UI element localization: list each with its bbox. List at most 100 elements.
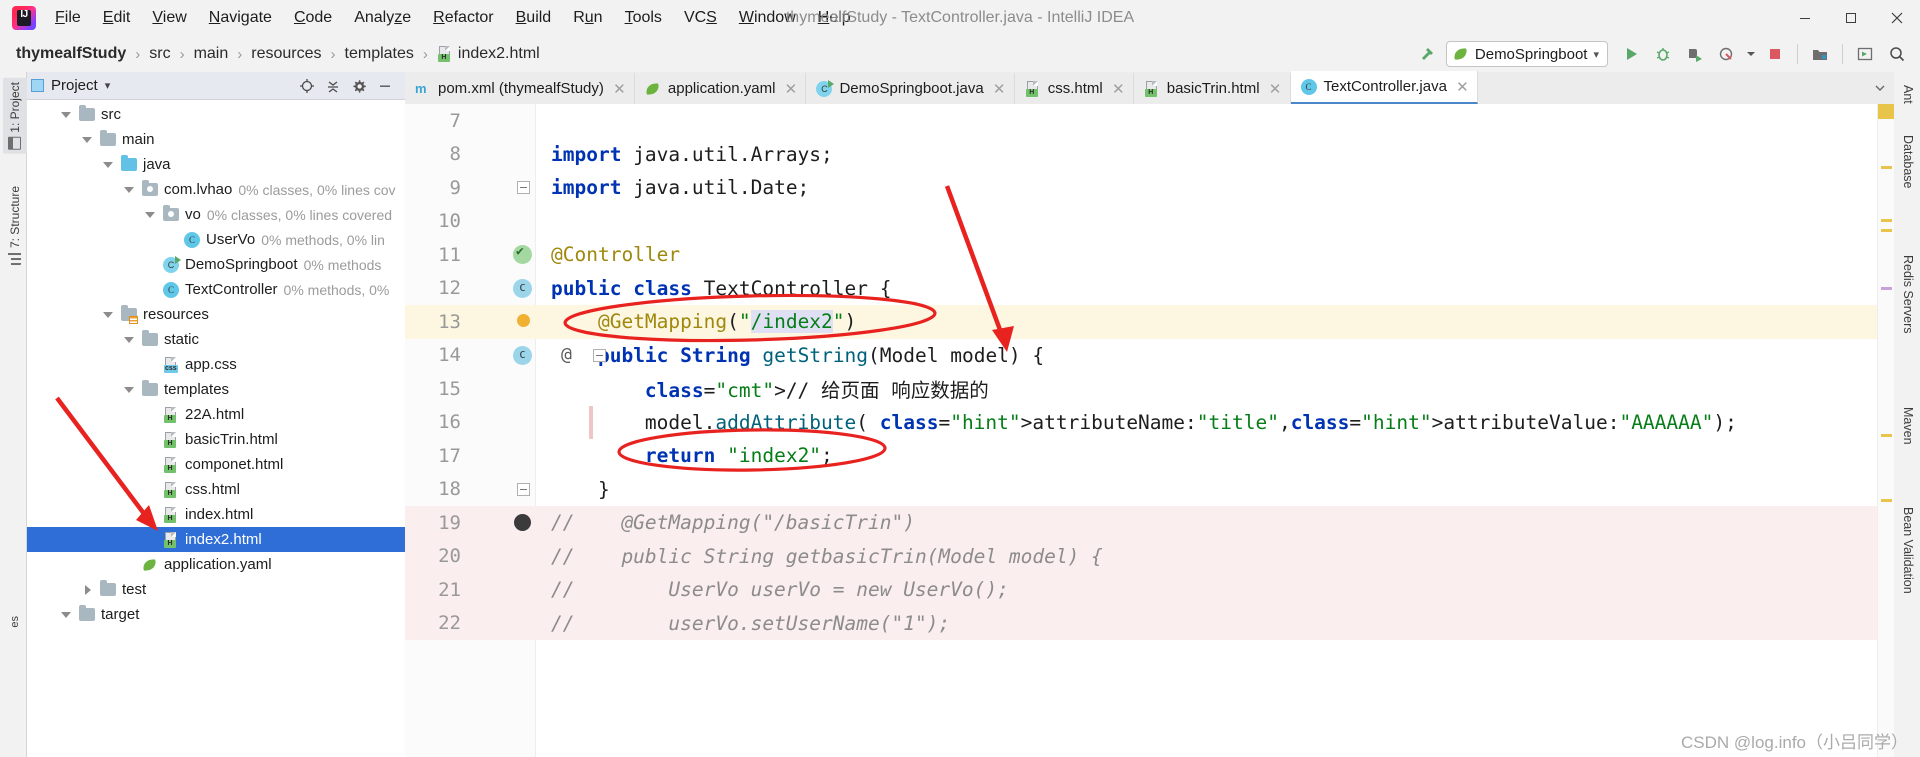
code-line[interactable]: 12 Cpublic class TextController { (405, 272, 1894, 306)
editor-marker-bar[interactable] (1877, 104, 1894, 757)
warning-marker[interactable] (1881, 219, 1892, 222)
tree-node-src[interactable]: src (27, 102, 405, 127)
editor-tab-pom-xml--thymealfstudy-[interactable]: m pom.xml (thymealfStudy) ✕ (405, 73, 635, 104)
breadcrumb-item-main[interactable]: main (192, 43, 231, 65)
tree-node-basictrin-html[interactable]: HbasicTrin.html (27, 427, 405, 452)
code-line[interactable]: 7 (405, 104, 1894, 138)
expand-arrow-icon[interactable] (60, 108, 73, 121)
maximize-button[interactable] (1828, 0, 1874, 36)
code-fold-toggle[interactable] (517, 181, 530, 194)
inspection-status-indicator[interactable] (1878, 104, 1894, 119)
sidebar-item-bottom[interactable]: es (3, 612, 27, 632)
expand-arrow-icon[interactable] (81, 133, 94, 146)
editor-tab-basictrin-html[interactable]: HbasicTrin.html ✕ (1133, 73, 1291, 104)
code-line[interactable]: 16 model.addAttribute( class="hint">attr… (405, 405, 1894, 440)
tree-node-textcontroller[interactable]: C TextController 0% methods, 0% (27, 277, 405, 302)
tree-node-css-html[interactable]: Hcss.html (27, 477, 405, 502)
tree-node-resources[interactable]: resources (27, 302, 405, 327)
tree-node-index2-html[interactable]: Hindex2.html (27, 527, 405, 552)
close-icon[interactable]: ✕ (1269, 80, 1282, 98)
editor-tab-textcontroller-java[interactable]: C TextController.java ✕ (1290, 71, 1478, 104)
warning-marker[interactable] (1881, 499, 1892, 502)
search-everywhere-button[interactable] (1882, 40, 1912, 68)
code-editor[interactable]: 7 8 import java.util.Arrays; 9 import java.u… (405, 104, 1894, 757)
expand-arrow-icon[interactable] (60, 608, 73, 621)
editor-tab-application-yaml[interactable]: application.yaml ✕ (634, 73, 807, 104)
minimize-button[interactable] (1782, 0, 1828, 36)
code-lines[interactable]: 7 8 import java.util.Arrays; 9 import java.u… (405, 104, 1894, 757)
change-marker[interactable] (1881, 287, 1892, 290)
update-folder-button[interactable] (1805, 40, 1835, 68)
code-line[interactable]: 9 import java.util.Date; (405, 171, 1894, 205)
sidebar-item-maven[interactable]: Maven (1893, 402, 1917, 450)
debug-button[interactable] (1648, 40, 1678, 68)
tree-node-componet-html[interactable]: Hcomponet.html (27, 452, 405, 477)
code-line[interactable]: 22 // userVo.setUserName("1"); (405, 606, 1894, 640)
close-icon[interactable]: ✕ (1112, 80, 1125, 98)
tree-node-uservo[interactable]: C UserVo 0% methods, 0% lin (27, 227, 405, 252)
expand-arrow-icon[interactable] (123, 333, 136, 346)
close-button[interactable] (1874, 0, 1920, 36)
code-line[interactable]: 19 // @GetMapping("/basicTrin") (405, 506, 1894, 540)
breadcrumb-item-thymealfstudy[interactable]: thymealfStudy (14, 43, 128, 65)
sidebar-item-database[interactable]: Database (1893, 130, 1917, 194)
collapse-arrow-icon[interactable] (81, 583, 94, 596)
sidebar-item-structure[interactable]: 7: Structure (3, 182, 27, 269)
code-line[interactable]: 18 } (405, 473, 1894, 507)
code-fold-toggle[interactable] (593, 348, 606, 362)
gear-icon[interactable] (347, 75, 371, 97)
annotation-gutter-icon[interactable]: @ (561, 344, 572, 365)
collapse-all-button[interactable] (321, 75, 345, 97)
expand-arrow-icon[interactable] (144, 208, 157, 221)
expand-arrow-icon[interactable] (123, 383, 136, 396)
code-line[interactable]: 13 @GetMapping("/index2") (405, 305, 1894, 339)
code-line[interactable]: 20 // public String getbasicTrin(Model mo… (405, 539, 1894, 573)
code-fold-toggle[interactable] (517, 482, 530, 496)
tree-node-java[interactable]: java (27, 152, 405, 177)
menu-item-tools[interactable]: Tools (614, 5, 673, 31)
editor-tabs-overflow-button[interactable] (1868, 76, 1892, 100)
menu-item-view[interactable]: View (141, 5, 197, 31)
code-line[interactable]: 8 import java.util.Arrays; (405, 138, 1894, 172)
tree-node-vo[interactable]: vo 0% classes, 0% lines covered (27, 202, 405, 227)
spring-bean-gutter-icon[interactable]: C (513, 278, 532, 298)
code-line[interactable]: 21 // UserVo userVo = new UserVo(); (405, 573, 1894, 607)
run-with-coverage-button[interactable] (1680, 40, 1710, 68)
profiler-button[interactable] (1712, 40, 1742, 68)
tree-node-test[interactable]: test (27, 577, 405, 602)
menu-item-analyze[interactable]: Analyze (343, 5, 422, 31)
tree-node-static[interactable]: static (27, 327, 405, 352)
menu-item-file[interactable]: File (44, 5, 92, 31)
tree-node-application-yaml[interactable]: application.yaml (27, 552, 405, 577)
close-icon[interactable]: ✕ (784, 80, 798, 98)
code-line[interactable]: 14 C @ public String getString(Model model… (405, 339, 1894, 373)
select-opened-file-button[interactable] (295, 75, 319, 97)
sidebar-item-redis-servers[interactable]: Redis Servers (1893, 250, 1917, 339)
menu-item-build[interactable]: Build (505, 5, 563, 31)
warning-marker[interactable] (1881, 229, 1892, 232)
menu-item-window[interactable]: Window (728, 5, 807, 31)
breadcrumb-item-resources[interactable]: resources (249, 43, 323, 65)
warning-marker[interactable] (1881, 166, 1892, 169)
profiler-dropdown[interactable] (1744, 40, 1758, 68)
tree-node-main[interactable]: main (27, 127, 405, 152)
code-line[interactable]: 10 (405, 205, 1894, 239)
breadcrumb-item-templates[interactable]: templates (343, 43, 416, 65)
close-icon[interactable]: ✕ (613, 80, 626, 98)
code-line[interactable]: 15 class="cmt">// 给页面 响应数据的 (405, 372, 1894, 406)
project-panel-title[interactable]: Project ▾ (31, 77, 110, 94)
select-opened-file-button[interactable] (1850, 40, 1880, 68)
tree-node-demospringboot[interactable]: C DemoSpringboot 0% methods (27, 252, 405, 277)
run-configuration-selector[interactable]: DemoSpringboot ▾ (1445, 41, 1608, 67)
sidebar-item-project[interactable]: 1: Project (3, 78, 27, 154)
close-icon[interactable]: ✕ (1456, 78, 1469, 96)
editor-tab-css-html[interactable]: Hcss.html ✕ (1014, 73, 1134, 104)
expand-arrow-icon[interactable] (102, 308, 115, 321)
code-line[interactable]: 17 return "index2"; (405, 439, 1894, 473)
expand-arrow-icon[interactable] (102, 158, 115, 171)
menu-item-run[interactable]: Run (562, 5, 613, 31)
project-file-tree[interactable]: src main java com.lvhao 0% classes, 0% lines… (27, 100, 405, 757)
chevron-down-icon[interactable]: ▾ (105, 79, 111, 92)
spring-mapping-gutter-icon[interactable]: C (513, 345, 532, 365)
close-icon[interactable]: ✕ (993, 80, 1006, 98)
